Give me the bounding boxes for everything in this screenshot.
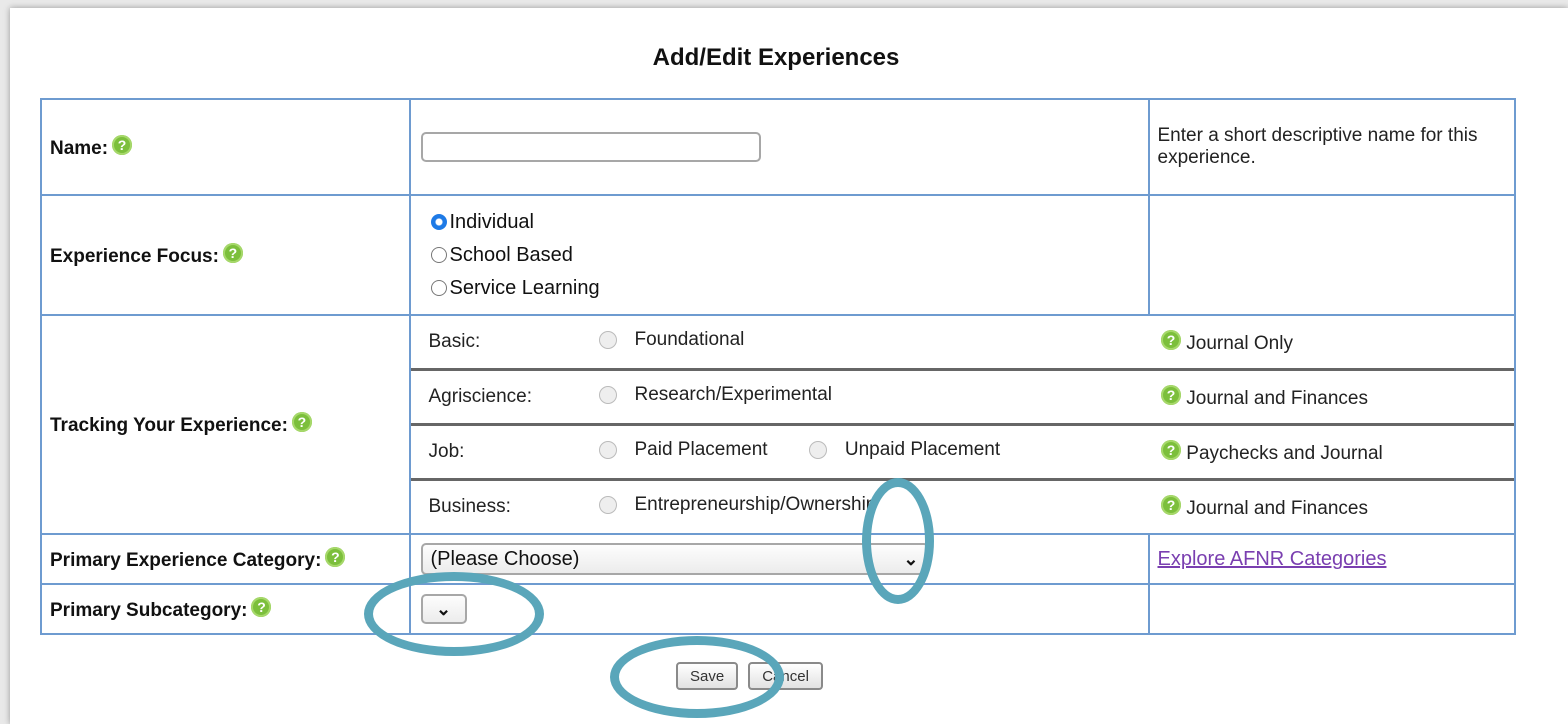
tracking-job: Job: Paid Placement Unpaid Placement ? P…: [410, 423, 1514, 480]
save-button[interactable]: Save: [676, 662, 739, 690]
name-hint: Enter a short descriptive name for this …: [1147, 98, 1516, 196]
experience-form: Name:? Enter a short descriptive name fo…: [40, 98, 1516, 635]
radio-button[interactable]: [808, 441, 827, 459]
category-label: Primary Experience Category:: [50, 549, 322, 571]
tracking-options: Basic: Foundational ? Journal Only Agris…: [410, 316, 1514, 533]
tracking-label: Tracking Your Experience:: [50, 415, 288, 436]
subcategory-row: Primary Subcategory:? ⌄: [40, 583, 1516, 635]
radio-button[interactable]: [430, 247, 447, 263]
subcategory-label: Primary Subcategory:: [50, 599, 248, 621]
page-title: Add/Edit Experiences: [652, 44, 900, 71]
tracking-row: Tracking Your Experience:? Basic: Founda…: [40, 314, 1516, 535]
radio-button[interactable]: [598, 441, 617, 459]
radio-button[interactable]: [598, 331, 617, 349]
tracking-agriscience: Agriscience: Research/Experimental ? Jou…: [410, 368, 1514, 425]
help-icon[interactable]: ?: [1161, 329, 1181, 350]
help-icon[interactable]: ?: [251, 596, 272, 617]
help-icon[interactable]: ?: [325, 546, 346, 567]
category-row: Primary Experience Category:? (Please Ch…: [40, 533, 1516, 585]
name-row: Name:? Enter a short descriptive name fo…: [40, 98, 1516, 196]
radio-button[interactable]: [430, 280, 447, 296]
focus-option-individual[interactable]: Individual: [411, 206, 1148, 239]
tracking-business: Business: Entrepreneurship/Ownership ? J…: [410, 478, 1514, 533]
help-icon[interactable]: ?: [1161, 439, 1181, 460]
help-icon[interactable]: ?: [291, 412, 312, 432]
focus-option-school-based[interactable]: School Based: [411, 239, 1148, 272]
focus-row: Experience Focus:? Individual School Bas…: [40, 194, 1516, 316]
help-icon[interactable]: ?: [1161, 494, 1181, 515]
subcategory-select[interactable]: ⌄: [420, 594, 467, 624]
chevron-down-icon: ⌄: [903, 548, 919, 569]
name-label: Name:: [50, 137, 109, 159]
radio-button[interactable]: [598, 386, 617, 404]
focus-option-service-learning[interactable]: Service Learning: [411, 272, 1148, 305]
help-icon[interactable]: ?: [112, 134, 133, 155]
form-buttons: Save Cancel: [676, 662, 823, 690]
focus-label: Experience Focus:: [50, 245, 219, 267]
chevron-down-icon: ⌄: [435, 598, 452, 619]
category-select[interactable]: (Please Choose) ⌄: [420, 543, 929, 575]
name-input[interactable]: [420, 132, 761, 162]
help-icon[interactable]: ?: [222, 242, 243, 263]
radio-button[interactable]: [598, 496, 617, 514]
cancel-button[interactable]: Cancel: [748, 662, 823, 690]
tracking-basic: Basic: Foundational ? Journal Only: [428, 329, 1293, 354]
radio-button[interactable]: [430, 214, 447, 230]
help-icon[interactable]: ?: [1161, 384, 1181, 405]
explore-categories-link[interactable]: Explore AFNR Categories: [1150, 548, 1387, 570]
